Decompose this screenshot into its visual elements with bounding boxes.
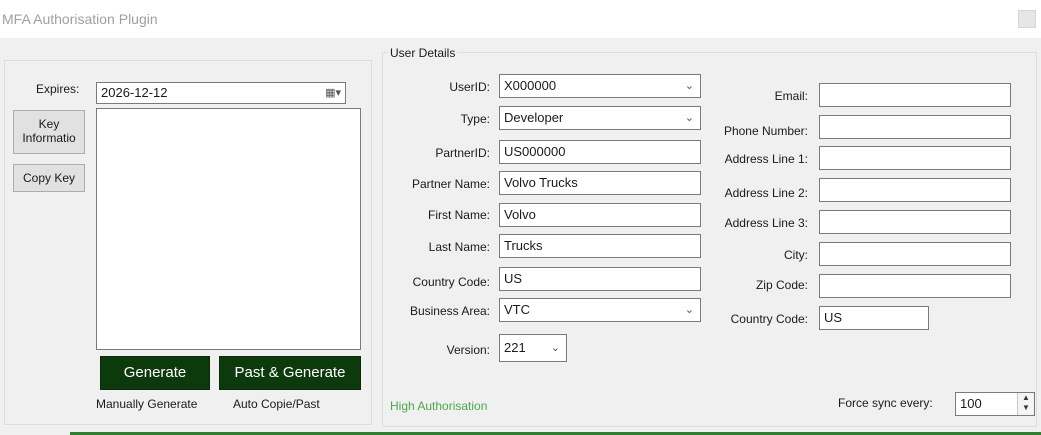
version-value: 221 [504,340,526,355]
chevron-down-icon: ⌄ [550,342,560,354]
country-code2-label: Country Code: [730,312,808,326]
spinner-arrows-icon[interactable]: ▲ ▼ [1017,393,1034,415]
partner-name-label: Partner Name: [411,177,490,191]
phone-label: Phone Number: [723,124,808,138]
email-label: Email: [774,89,808,103]
expires-date-picker[interactable]: 2026-12-12 ▦▾ [96,82,346,104]
auto-copy-caption: Auto Copie/Past [233,397,320,411]
key-information-button[interactable]: Key Informatio [13,110,85,154]
expires-label: Expires: [36,82,80,96]
title-bar: MFA Authorisation Plugin [0,0,1041,38]
address3-label: Address Line 3: [724,216,808,230]
plugin-window: MFA Authorisation Plugin Expires: 2026-1… [0,0,1041,435]
copy-key-button[interactable]: Copy Key [13,164,85,192]
city-field[interactable] [819,242,1011,266]
user-details-title: User Details [388,46,458,60]
close-button[interactable] [1018,10,1036,28]
auth-status: High Authorisation [390,399,488,413]
business-area-label: Business Area: [409,304,490,318]
past-and-generate-button[interactable]: Past & Generate [219,356,361,390]
chevron-down-icon: ⌄ [684,80,694,92]
address2-field[interactable] [819,178,1011,202]
type-value: Developer [504,110,564,125]
type-label: Type: [460,112,490,126]
key-output-box[interactable] [96,108,361,350]
business-area-value: VTC [504,302,530,317]
address3-field[interactable] [819,210,1011,234]
first-name-label: First Name: [427,208,490,222]
email-field[interactable] [819,83,1011,107]
generate-button[interactable]: Generate [100,356,210,390]
window-title: MFA Authorisation Plugin [2,11,158,27]
country-code-label: Country Code: [412,275,490,289]
force-sync-stepper[interactable]: 100 ▲ ▼ [955,392,1035,416]
address1-field[interactable] [819,146,1011,170]
version-dropdown[interactable]: 221 ⌄ [499,334,567,362]
last-name-label: Last Name: [428,240,490,254]
userid-dropdown[interactable]: X000000 ⌄ [499,74,701,98]
chevron-down-icon: ⌄ [684,304,694,316]
userid-label: UserID: [449,80,490,94]
phone-field[interactable] [819,115,1011,139]
zip-label: Zip Code: [755,278,808,292]
address2-label: Address Line 2: [724,186,808,200]
expires-value: 2026-12-12 [101,85,168,100]
zip-field[interactable] [819,274,1011,298]
city-label: City: [784,248,808,262]
partnerid-label: PartnerID: [435,146,490,160]
country-code2-field[interactable]: US [819,306,929,330]
partnerid-field[interactable]: US000000 [499,140,701,164]
manual-generate-caption: Manually Generate [96,397,198,411]
first-name-field[interactable]: Volvo [499,203,701,227]
type-dropdown[interactable]: Developer ⌄ [499,106,701,130]
force-sync-value: 100 [960,396,982,411]
business-area-dropdown[interactable]: VTC ⌄ [499,298,701,322]
userid-value: X000000 [504,78,557,93]
address1-label: Address Line 1: [724,152,808,166]
last-name-field[interactable]: Trucks [499,234,701,258]
country-code-field[interactable]: US [499,267,701,291]
partner-name-field[interactable]: Volvo Trucks [499,171,701,195]
force-sync-label: Force sync every: [838,396,933,410]
version-label: Version: [446,343,490,357]
chevron-down-icon: ⌄ [684,112,694,124]
calendar-icon[interactable]: ▦▾ [325,83,341,103]
